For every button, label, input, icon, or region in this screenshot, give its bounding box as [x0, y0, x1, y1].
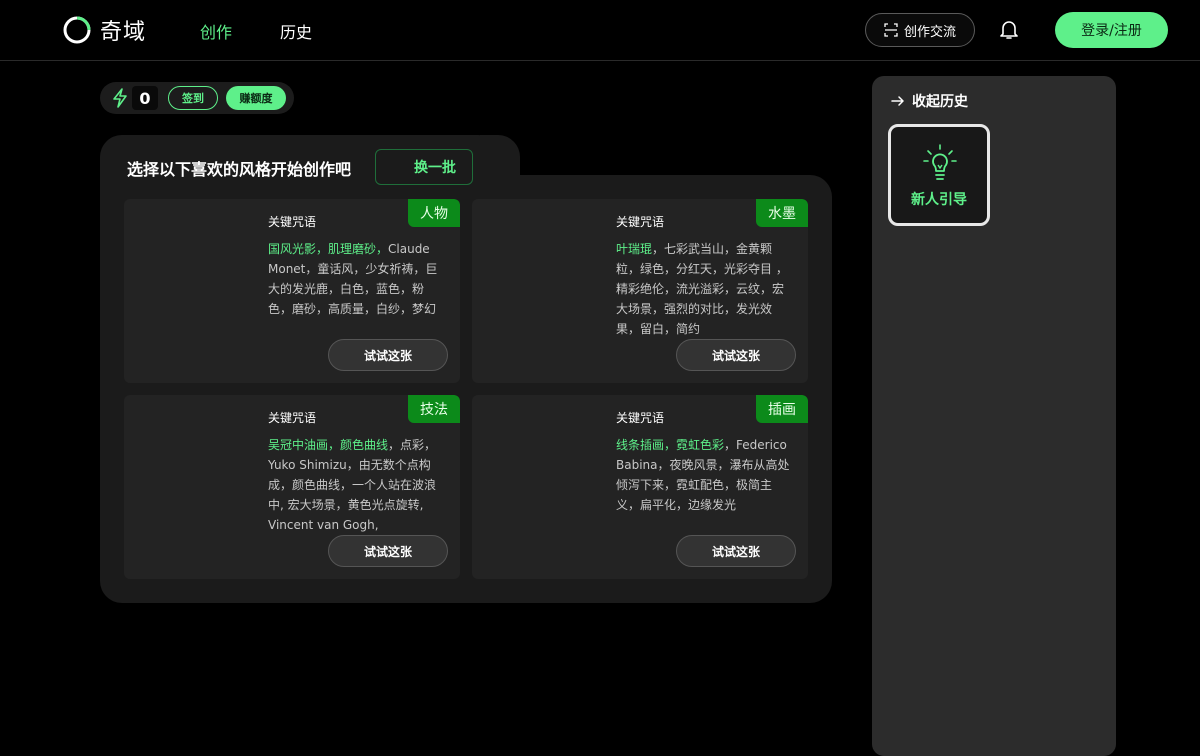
style-card[interactable]: 关键咒语 插画 线条插画，霓虹色彩，Federico Babina，夜晚风景，瀑… [472, 395, 808, 579]
community-label: 创作交流 [903, 24, 956, 40]
card-text: ，七彩武当山，金黄颗粒，绿色，分红天，光彩夺目 ，精彩绝伦，流光溢彩，云纹，宏大… [616, 242, 788, 336]
earn-credits-button[interactable]: 赚额度 [226, 86, 286, 110]
card-tag: 插画 [756, 395, 808, 423]
card-highlight: 吴冠中油画，颜色曲线 [268, 438, 389, 452]
nav-history[interactable]: 历史 [280, 19, 312, 43]
logo[interactable]: 奇域 [62, 14, 146, 46]
try-this-button[interactable]: 试试这张 [328, 339, 448, 371]
card-description: 线条插画，霓虹色彩，Federico Babina，夜晚风景，瀑布从高处倾泻下来… [616, 435, 792, 535]
arrow-right-icon [891, 96, 904, 106]
card-tag: 技法 [408, 395, 460, 423]
try-this-button[interactable]: 试试这张 [676, 535, 796, 567]
card-text: ，点彩，Yuko Shimizu，由无数个点构成，颜色曲线，一个人站在波浪中, … [268, 438, 437, 532]
card-highlight: 线条插画，霓虹色彩 [616, 438, 725, 452]
style-card[interactable]: 关键咒语 水墨 叶瑞琨，七彩武当山，金黄颗粒，绿色，分红天，光彩夺目 ，精彩绝伦… [472, 199, 808, 383]
bell-icon[interactable] [997, 17, 1021, 41]
card-description: 吴冠中油画，颜色曲线，点彩，Yuko Shimizu，由无数个点构成，颜色曲线，… [268, 435, 444, 535]
nav-create[interactable]: 创作 [200, 19, 232, 43]
scan-icon [884, 23, 898, 37]
panel-title: 选择以下喜欢的风格开始创作吧 [127, 160, 352, 179]
style-card[interactable]: 关键咒语 技法 吴冠中油画，颜色曲线，点彩，Yuko Shimizu，由无数个点… [124, 395, 460, 579]
collapse-history-button[interactable]: 收起历史 [890, 91, 968, 111]
card-description: 国风光影，肌理磨砂，Claude Monet，童话风，少女祈祷，巨大的发光鹿，白… [268, 239, 444, 339]
newcomer-guide-label: 新人引导 [911, 192, 967, 208]
try-this-button[interactable]: 试试这张 [676, 339, 796, 371]
refresh-batch-button[interactable]: 换一批 [375, 149, 473, 185]
try-this-button[interactable]: 试试这张 [328, 535, 448, 567]
newcomer-guide-card[interactable]: 新人引导 [888, 124, 990, 226]
lightning-icon [113, 88, 127, 108]
card-description: 叶瑞琨，七彩武当山，金黄颗粒，绿色，分红天，光彩夺目 ，精彩绝伦，流光溢彩，云纹… [616, 239, 792, 339]
card-highlight: 国风光影，肌理磨砂， [268, 242, 389, 256]
lightbulb-icon [923, 144, 957, 180]
card-label: 关键咒语 [616, 411, 665, 425]
logo-text: 奇域 [100, 20, 147, 45]
style-panel-tab-curve [480, 135, 520, 175]
logo-ring-icon [63, 16, 91, 44]
checkin-button[interactable]: 签到 [168, 86, 218, 110]
top-header: 奇域 创作 历史 创作交流 登录/注册 [0, 0, 1200, 61]
login-register-button[interactable]: 登录/注册 [1055, 12, 1168, 48]
card-tag: 人物 [408, 199, 460, 227]
card-highlight: 叶瑞琨 [616, 242, 653, 256]
card-label: 关键咒语 [616, 215, 665, 229]
card-label: 关键咒语 [268, 411, 317, 425]
card-tag: 水墨 [756, 199, 808, 227]
card-label: 关键咒语 [268, 215, 317, 229]
style-card[interactable]: 关键咒语 人物 国风光影，肌理磨砂，Claude Monet，童话风，少女祈祷，… [124, 199, 460, 383]
community-button[interactable]: 创作交流 [865, 13, 975, 47]
collapse-history-label: 收起历史 [912, 94, 968, 110]
credit-count: 0 [132, 86, 158, 110]
